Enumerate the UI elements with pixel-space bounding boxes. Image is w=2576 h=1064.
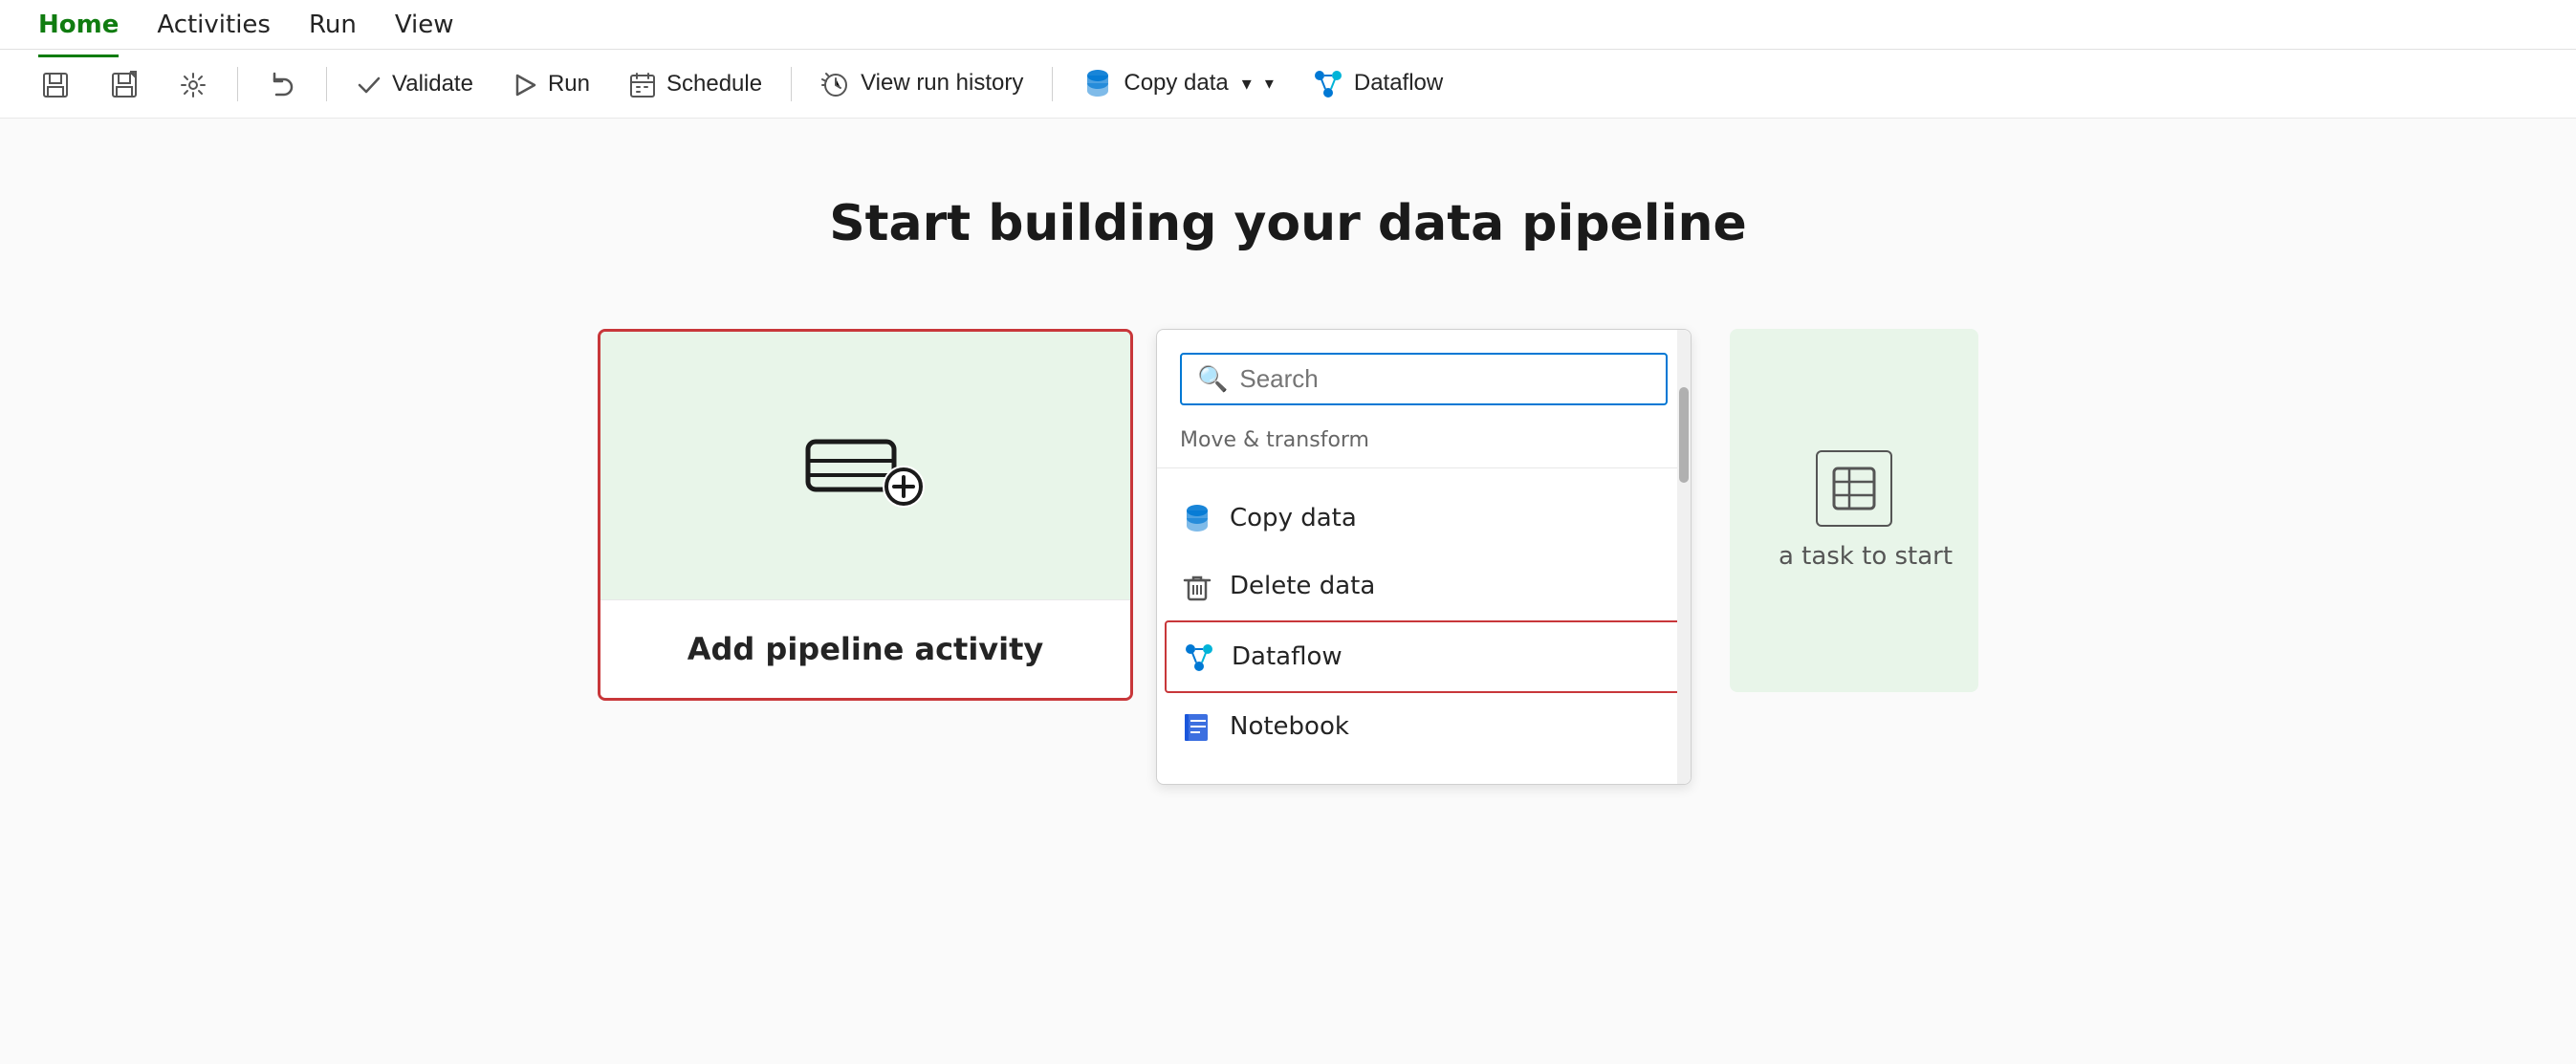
undo-button[interactable] xyxy=(250,57,315,109)
copy-data-item-label: Copy data xyxy=(1230,504,1357,532)
schedule-label: Schedule xyxy=(666,71,762,98)
menu-bar: Home Activities Run View xyxy=(0,0,2576,50)
table-preview-icon xyxy=(1816,450,1892,527)
copy-data-button[interactable]: Copy data ▾ xyxy=(1064,57,1291,110)
notebook-item-icon xyxy=(1180,710,1214,745)
dropdown-item-delete-data[interactable]: Delete data xyxy=(1157,553,1691,621)
pipeline-card-bottom: Add pipeline activity xyxy=(600,599,1130,698)
dropdown-item-notebook[interactable]: Notebook xyxy=(1157,693,1691,762)
schedule-icon xyxy=(628,68,657,100)
check-icon xyxy=(356,68,382,100)
dataflow-label: Dataflow xyxy=(1354,70,1443,97)
schedule-button[interactable]: Schedule xyxy=(611,58,779,110)
pipeline-card-label: Add pipeline activity xyxy=(688,631,1044,667)
page-title: Start building your data pipeline xyxy=(829,195,1747,252)
settings-button[interactable] xyxy=(161,57,226,109)
dataflow-icon xyxy=(1312,67,1344,100)
scrollbar-track[interactable] xyxy=(1677,330,1691,784)
validate-button[interactable]: Validate xyxy=(338,58,491,110)
save-button[interactable] xyxy=(23,57,88,109)
main-content: Start building your data pipeline xyxy=(0,119,2576,1064)
divider-3 xyxy=(791,67,792,101)
menu-item-view[interactable]: View xyxy=(380,5,469,45)
run-button[interactable]: Run xyxy=(494,58,607,110)
divider-2 xyxy=(326,67,327,101)
save-icon xyxy=(40,67,71,99)
toolbar: Validate Run Schedule View run history C… xyxy=(0,50,2576,119)
dropdown-item-copy-data[interactable]: Copy data xyxy=(1157,484,1691,553)
view-run-history-button[interactable]: View run history xyxy=(803,57,1040,109)
history-icon xyxy=(820,67,851,99)
pipeline-card-icon-area xyxy=(600,332,1130,599)
notebook-item-label: Notebook xyxy=(1230,712,1349,741)
pipeline-add-icon xyxy=(803,418,928,513)
view-run-history-label: View run history xyxy=(861,70,1023,97)
copy-data-icon xyxy=(1081,67,1114,100)
cards-row: Add pipeline activity 🔍 Move & transform… xyxy=(598,329,1978,785)
task-hint-text: a task to start xyxy=(1779,542,1953,571)
dataflow-button[interactable]: Dataflow xyxy=(1295,57,1460,110)
search-box[interactable]: 🔍 xyxy=(1180,353,1668,405)
run-icon xyxy=(512,68,538,100)
scrollbar-thumb[interactable] xyxy=(1679,387,1689,483)
dropdown-item-dataflow[interactable]: Dataflow xyxy=(1165,620,1683,693)
settings-icon xyxy=(178,67,208,99)
menu-item-activities[interactable]: Activities xyxy=(142,5,286,45)
validate-label: Validate xyxy=(392,71,473,98)
run-label: Run xyxy=(548,71,590,98)
dataflow-item-icon xyxy=(1182,640,1216,674)
delete-data-item-label: Delete data xyxy=(1230,572,1375,600)
copy-data-item-icon xyxy=(1180,501,1214,535)
copy-data-dropdown-icon: ▾ xyxy=(1242,72,1252,96)
search-input[interactable] xyxy=(1239,364,1650,394)
menu-item-run[interactable]: Run xyxy=(294,5,372,45)
save-as-button[interactable] xyxy=(92,57,157,109)
section-label-move-transform: Move & transform xyxy=(1157,428,1691,468)
save-as-icon xyxy=(109,67,140,99)
delete-data-item-icon xyxy=(1180,570,1214,604)
right-card-hint: a task to start xyxy=(1730,329,1978,692)
activity-dropdown-panel: 🔍 Move & transform Copy data Delete data xyxy=(1156,329,1692,785)
add-pipeline-activity-card[interactable]: Add pipeline activity xyxy=(598,329,1133,701)
divider-1 xyxy=(237,67,238,101)
divider-4 xyxy=(1052,67,1053,101)
menu-item-home[interactable]: Home xyxy=(23,5,134,45)
copy-data-label: Copy data xyxy=(1124,70,1228,97)
undo-icon xyxy=(267,67,297,99)
dataflow-item-label: Dataflow xyxy=(1232,642,1343,671)
search-icon: 🔍 xyxy=(1197,365,1228,394)
